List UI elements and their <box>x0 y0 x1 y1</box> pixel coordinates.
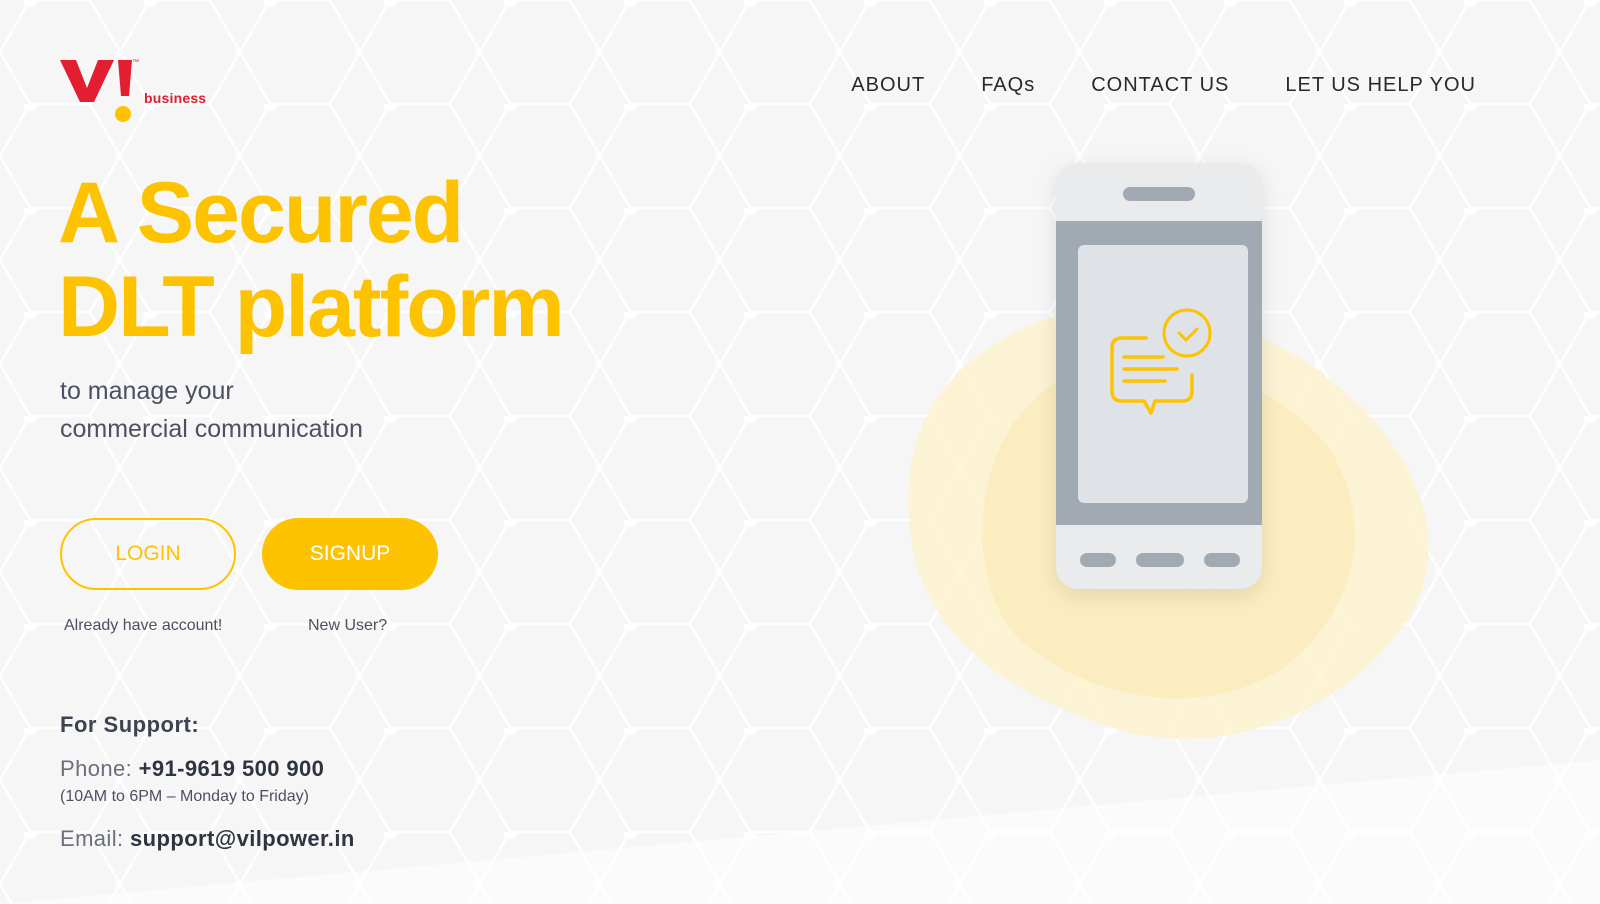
support-email: Email: support@vilpower.in <box>60 826 355 852</box>
vi-business-logo[interactable]: ™ business <box>60 56 206 124</box>
support-phone: Phone: +91-9619 500 900 <box>60 756 355 782</box>
support-title: For Support: <box>60 712 200 737</box>
nav-about[interactable]: ABOUT <box>851 74 925 97</box>
phone-label: Phone: <box>60 756 133 781</box>
svg-text:™: ™ <box>132 59 139 66</box>
hero-title-line1: A Secured <box>58 165 464 261</box>
phone-value[interactable]: +91-9619 500 900 <box>139 756 325 781</box>
nav-faqs[interactable]: FAQs <box>981 74 1035 97</box>
login-button[interactable]: LOGIN <box>60 518 236 590</box>
vi-logo-icon: ™ <box>60 59 139 122</box>
hero-subtitle: to manage your commercial communication <box>60 372 363 448</box>
hero-subtitle-line2: commercial communication <box>60 415 363 443</box>
email-value[interactable]: support@vilpower.in <box>130 826 355 851</box>
hero-title-line2: DLT platform <box>58 259 565 355</box>
login-caption: Already have account! <box>64 617 223 634</box>
support-hours: (10AM to 6PM – Monday to Friday) <box>60 788 309 805</box>
top-navigation: ABOUT FAQs CONTACT US LET US HELP YOU <box>851 74 1476 97</box>
support-section: For Support: Phone: +91-9619 500 900 (10… <box>60 712 355 852</box>
email-label: Email: <box>60 826 124 851</box>
nav-let-us-help-you[interactable]: LET US HELP YOU <box>1285 74 1476 97</box>
hero-title: A Secured DLT platform <box>58 165 565 355</box>
signup-button[interactable]: SIGNUP <box>262 518 438 590</box>
nav-contact-us[interactable]: CONTACT US <box>1091 74 1229 97</box>
signup-caption: New User? <box>308 617 388 634</box>
smartphone-icon <box>1056 163 1262 589</box>
logo-business-label: business <box>144 90 207 106</box>
hero-subtitle-line1: to manage your <box>60 377 234 405</box>
